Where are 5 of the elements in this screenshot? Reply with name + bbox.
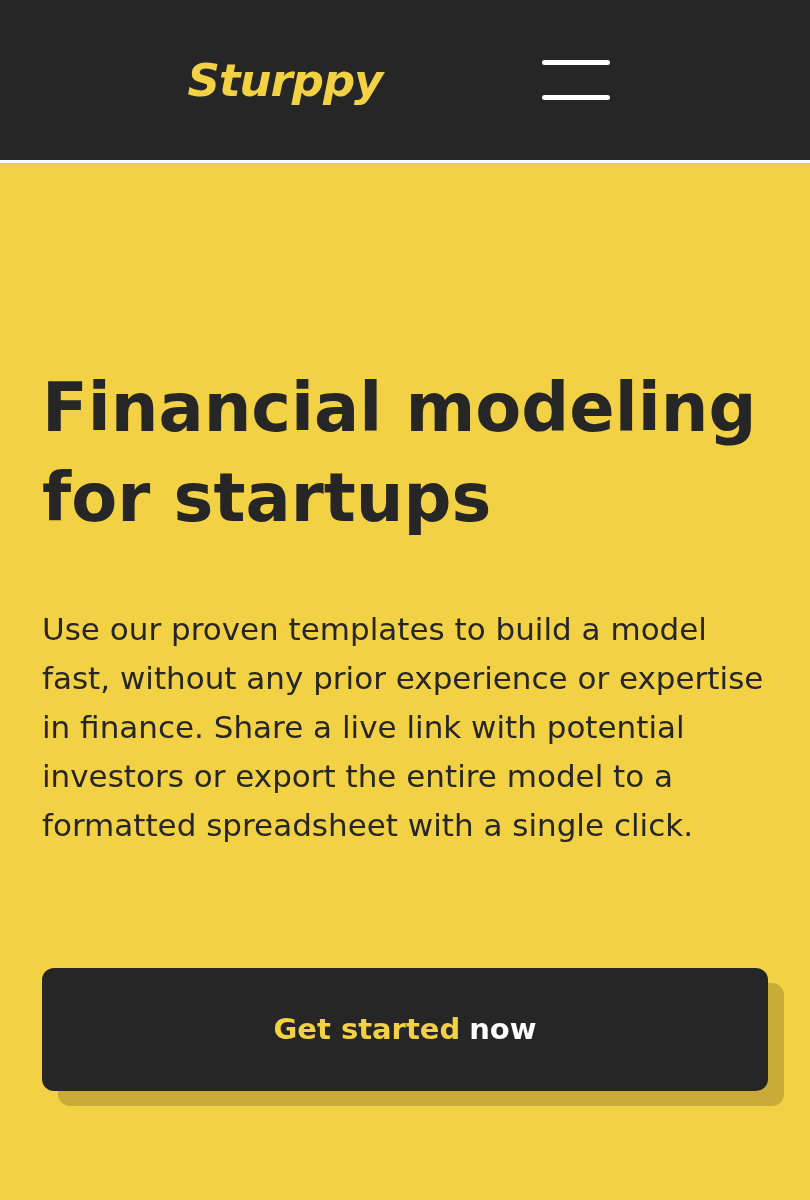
menu-icon (542, 60, 611, 100)
menu-button[interactable] (542, 58, 611, 102)
logo[interactable]: Sturppy (187, 57, 383, 103)
hero-heading: Financial modeling for startups (42, 368, 758, 539)
hero-description: Use our proven templates to build a model fast, without any prior experience or expertise in finance. Share a live link with potential investors or export the entire model to a formatted spreadsheet with a single click. (42, 610, 765, 845)
